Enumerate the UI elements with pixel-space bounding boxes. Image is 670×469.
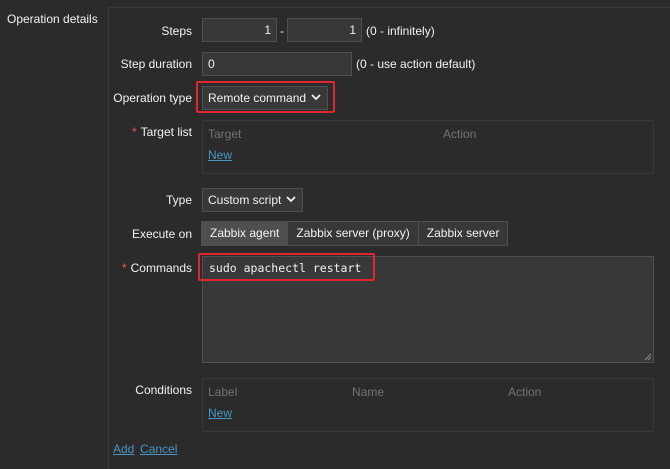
steps-separator: - xyxy=(280,24,284,38)
conditions-table xyxy=(202,378,654,432)
commands-label-text: Commands xyxy=(130,261,192,275)
execute-on-zabbix-server-proxy[interactable]: Zabbix server (proxy) xyxy=(288,222,419,245)
step-duration-input[interactable]: 0 xyxy=(202,52,352,76)
execute-on-label: Execute on xyxy=(131,227,192,241)
target-list-label: * Target list xyxy=(132,125,192,139)
steps-to-input[interactable]: 1 xyxy=(287,18,362,42)
cancel-link[interactable]: Cancel xyxy=(140,442,177,456)
conditions-col-action: Action xyxy=(508,385,542,399)
execute-on-segmented-control: Zabbix agent Zabbix server (proxy) Zabbi… xyxy=(201,221,509,246)
target-list-col-action: Action xyxy=(443,127,477,141)
steps-label: Steps xyxy=(161,24,192,38)
type-select[interactable]: Custom script xyxy=(202,188,303,212)
highlight-operation-type xyxy=(196,81,335,113)
conditions-col-label: Label xyxy=(208,385,238,399)
target-list-new-link[interactable]: New xyxy=(208,148,232,162)
step-duration-hint: (0 - use action default) xyxy=(356,57,476,71)
target-list-table xyxy=(202,120,654,174)
conditions-new-link[interactable]: New xyxy=(208,406,232,420)
operation-details-label: Operation details xyxy=(7,12,98,26)
conditions-label: Conditions xyxy=(135,383,192,397)
add-link[interactable]: Add xyxy=(113,442,134,456)
operation-type-label: Operation type xyxy=(113,91,192,105)
target-list-label-text: Target list xyxy=(140,125,192,139)
target-list-col-target: Target xyxy=(208,127,242,141)
required-marker: * xyxy=(121,261,127,275)
type-label: Type xyxy=(165,193,192,207)
highlight-commands xyxy=(198,253,375,281)
steps-hint: (0 - infinitely) xyxy=(366,24,435,38)
required-marker: * xyxy=(131,125,137,139)
commands-label: * Commands xyxy=(122,261,192,275)
steps-from-input[interactable]: 1 xyxy=(202,18,277,42)
type-value: Custom script xyxy=(208,193,282,207)
step-duration-label: Step duration xyxy=(120,57,192,71)
conditions-col-name: Name xyxy=(352,385,385,399)
resize-handle-icon[interactable] xyxy=(643,352,652,361)
chevron-down-icon xyxy=(286,196,296,203)
execute-on-zabbix-server[interactable]: Zabbix server xyxy=(418,222,508,245)
execute-on-zabbix-agent[interactable]: Zabbix agent xyxy=(202,222,289,245)
